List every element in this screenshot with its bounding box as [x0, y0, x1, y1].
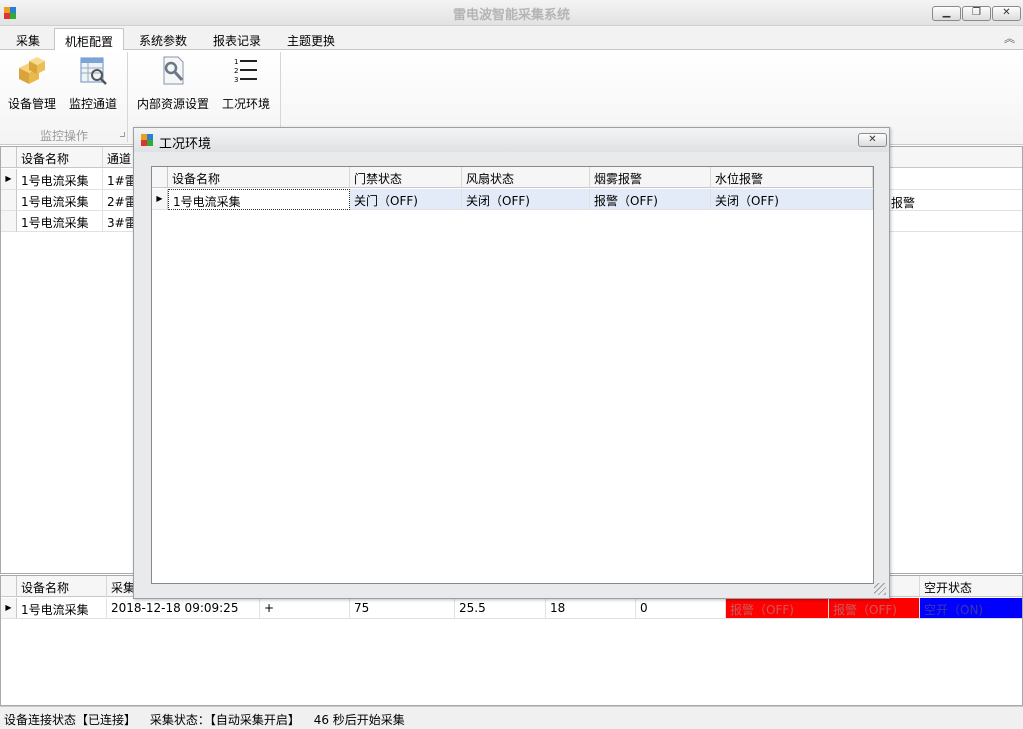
svg-text:3: 3 [234, 76, 238, 84]
col-smoke-alarm[interactable]: 烟雾报警 [590, 167, 711, 188]
monitor-channel-label: 监控通道 [68, 97, 117, 111]
collect-status: 采集状态：【自动采集开启】 [149, 713, 300, 727]
table-cell[interactable]: 0 [636, 598, 726, 619]
dialog-app-icon [141, 134, 153, 146]
device-manage-button[interactable]: 设备管理 [6, 54, 58, 112]
table-cell[interactable]: 关门（OFF) [350, 189, 462, 210]
dialog-close-button[interactable]: ✕ [858, 133, 887, 147]
row-pointer-icon: ▶ [1, 169, 17, 190]
device-manage-label: 设备管理 [7, 97, 56, 111]
monitor-channel-icon [80, 57, 107, 85]
col-switch-status[interactable]: 空开状态 [920, 576, 1022, 597]
environment-grid: 设备名称 门禁状态 风扇状态 烟雾报警 水位报警 ▶ 1号电流采集 关门（OFF… [151, 166, 874, 584]
work-environment-button[interactable]: 123 工况环境 [218, 54, 274, 112]
window-title: 雷电波智能采集系统 [452, 8, 570, 23]
restore-button[interactable]: ❐ [962, 6, 991, 21]
alarm-fragment: 报警 [891, 196, 916, 210]
table-cell[interactable]: 2018-12-18 09:09:25 [107, 598, 260, 619]
table-cell[interactable]: 关闭（OFF) [711, 189, 873, 210]
svg-text:1: 1 [234, 58, 238, 66]
col-door-status[interactable]: 门禁状态 [350, 167, 462, 188]
table-cell[interactable]: 1号电流采集 [168, 189, 350, 210]
alarm-cell[interactable]: 报警（OFF) [726, 598, 829, 619]
monitor-channel-button[interactable]: 监控通道 [66, 54, 120, 112]
status-bar: 设备连接状态【已连接】 采集状态：【自动采集开启】 46 秒后开始采集 [0, 706, 1023, 729]
col-device-name[interactable]: 设备名称 [17, 147, 103, 168]
table-cell[interactable]: 关闭（OFF) [462, 189, 590, 210]
group-separator [127, 52, 128, 142]
work-environment-label: 工况环境 [221, 97, 270, 111]
tab-system-params[interactable]: 系统参数 [130, 28, 196, 50]
tab-theme-change[interactable]: 主题更换 [278, 28, 344, 50]
col-device-name[interactable]: 设备名称 [168, 167, 350, 188]
table-cell[interactable]: 18 [546, 598, 636, 619]
col-device-name[interactable]: 设备名称 [17, 576, 107, 597]
internal-resource-label: 内部资源设置 [136, 97, 209, 111]
row-header [1, 211, 17, 232]
collapse-ribbon-icon[interactable]: ︽ [1004, 30, 1015, 46]
title-bar: 雷电波智能采集系统 ▁ ❐ ✕ [0, 0, 1023, 26]
tab-collect[interactable]: 采集 [6, 28, 50, 50]
environment-grid-inner: 设备名称 门禁状态 风扇状态 烟雾报警 水位报警 ▶ 1号电流采集 关门（OFF… [152, 167, 873, 583]
close-button[interactable]: ✕ [992, 6, 1021, 21]
tab-report-records[interactable]: 报表记录 [204, 28, 270, 50]
table-cell[interactable]: 报警（OFF) [590, 189, 711, 210]
col-fan-status[interactable]: 风扇状态 [462, 167, 590, 188]
dialog-title-bar[interactable]: 工况环境 [134, 128, 889, 152]
countdown-status: 46 秒后开始采集 [313, 713, 405, 727]
minimize-button[interactable]: ▁ [932, 6, 961, 21]
ribbon-tabs: 采集 机柜配置 系统参数 报表记录 主题更换 [0, 26, 1023, 51]
connection-status: 设备连接状态【已连接】 [4, 713, 137, 727]
col-water-alarm[interactable]: 水位报警 [711, 167, 873, 188]
group-launcher-icon[interactable] [120, 132, 125, 137]
table-cell[interactable]: 1号电流采集 [17, 169, 103, 190]
table-cell[interactable]: 1号电流采集 [17, 211, 103, 232]
alarm-cell[interactable]: 报警（OFF) [829, 598, 920, 619]
table-cell[interactable]: 1号电流采集 [17, 598, 107, 619]
internal-resource-icon [163, 56, 184, 85]
device-manage-icon [19, 57, 45, 84]
row-header [1, 190, 17, 211]
svg-text:2: 2 [234, 67, 238, 75]
row-pointer-icon: ▶ [152, 189, 168, 210]
table-cell[interactable]: + [260, 598, 350, 619]
tab-cabinet-config[interactable]: 机柜配置 [54, 28, 124, 51]
group-label-monitor: 监控操作 [39, 129, 88, 143]
resize-grip-icon[interactable] [874, 583, 886, 595]
work-environment-dialog: 工况环境 ✕ 设备名称 门禁状态 风扇状态 烟雾报警 水位报警 ▶ 1号电流采集… [133, 127, 890, 599]
grid-corner [1, 147, 17, 168]
dialog-title: 工况环境 [159, 137, 212, 152]
work-environment-icon: 123 [234, 58, 257, 84]
switch-status-cell[interactable]: 空开（ON) [920, 598, 1022, 619]
internal-resource-button[interactable]: 内部资源设置 [135, 54, 211, 112]
table-cell[interactable]: 75 [350, 598, 455, 619]
table-cell[interactable]: 25.5 [455, 598, 546, 619]
grid-corner [152, 167, 168, 188]
table-cell[interactable]: 1号电流采集 [17, 190, 103, 211]
row-pointer-icon: ▶ [1, 598, 17, 619]
grid-corner [1, 576, 17, 597]
